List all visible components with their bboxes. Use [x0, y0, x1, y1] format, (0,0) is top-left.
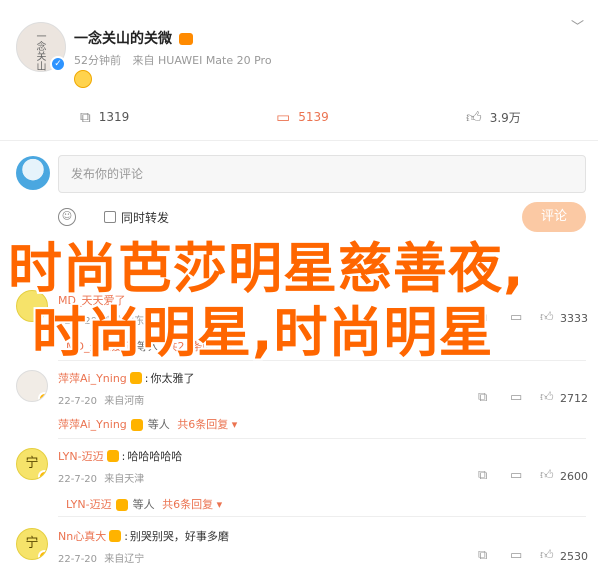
- reply-suffix: 等人: [132, 498, 155, 511]
- smile-emoji-icon: [74, 70, 92, 88]
- comment-meta: 22-7-20 来自天津: [58, 470, 144, 485]
- reply-suffix: 等人: [147, 418, 170, 431]
- reply-count: 共6条回复: [177, 418, 229, 431]
- commenter-avatar[interactable]: [16, 370, 48, 402]
- caret-down-icon: ▾: [216, 498, 223, 511]
- comment-item: 萍萍Ai_Yning : 你太雅了 22-7-20 来自河南 萍萍Ai_Ynin…: [0, 364, 598, 436]
- comment-time: 22-7-20: [58, 474, 98, 485]
- commenter-avatar[interactable]: 宁: [16, 448, 48, 480]
- thumb-up-icon[interactable]: 👍︎: [540, 310, 554, 325]
- reply-summary[interactable]: 萍萍Ai_Yning 等人 共6条回复 ▾: [58, 416, 237, 432]
- share-icon[interactable]: ⧉: [478, 468, 487, 483]
- repost-count: 1319: [98, 110, 130, 124]
- avatar-glyph: 宁: [25, 456, 39, 471]
- avatar-glyph: 宁: [25, 536, 39, 551]
- comment-line: LYN-迈迈 : 哈哈哈哈哈: [58, 448, 183, 464]
- comment-text: 别哭别哭，好事多磨: [129, 530, 229, 543]
- level-badge-icon: [106, 450, 119, 462]
- submit-comment-button[interactable]: 评论: [522, 202, 586, 232]
- reply-icon[interactable]: ▭: [510, 390, 522, 405]
- current-user-avatar: [16, 156, 50, 190]
- repost-button[interactable]: ⧉ 1319: [80, 108, 129, 126]
- divider: [0, 140, 598, 141]
- comment-meta: 22-7-20 来自河南: [58, 392, 144, 407]
- vip-badge-icon: [38, 470, 47, 479]
- comment-text: 你太雅了: [150, 372, 195, 385]
- thumb-up-icon: 👍︎: [466, 108, 482, 126]
- reply-icon[interactable]: ▭: [510, 548, 522, 563]
- comment-button[interactable]: ▭ 5139: [276, 108, 329, 126]
- comment-line: 萍萍Ai_Yning : 你太雅了: [58, 370, 195, 386]
- also-repost-checkbox[interactable]: [104, 211, 116, 223]
- comment-like-count: 3333: [560, 312, 588, 325]
- thumb-up-icon[interactable]: 👍︎: [540, 548, 554, 563]
- comment-location: 来自天津: [104, 474, 145, 485]
- level-badge-icon: [129, 372, 142, 384]
- like-count: 3.9万: [489, 111, 521, 125]
- comment-like-count: 2530: [560, 550, 588, 563]
- vip-badge-icon: [38, 550, 47, 559]
- level-badge-icon: [116, 499, 129, 511]
- comment-time: 22-7-20: [58, 396, 98, 407]
- reply-icon[interactable]: ▭: [510, 468, 522, 483]
- avatar-text: 一念关山: [34, 31, 45, 71]
- comment-time: 22-7-20: [58, 554, 98, 565]
- divider: [58, 516, 586, 517]
- verified-badge-icon: ✓: [50, 56, 66, 72]
- share-icon[interactable]: ⧉: [478, 548, 487, 563]
- comment-count: 5139: [298, 110, 329, 124]
- reply-icon[interactable]: ▭: [510, 310, 522, 325]
- reply-name: 萍萍Ai_Yning: [58, 418, 127, 431]
- commenter-name[interactable]: LYN-迈迈: [58, 448, 104, 464]
- reply-count: 共6条回复: [162, 498, 214, 511]
- author-name[interactable]: 一念关山的关微: [74, 28, 193, 48]
- caret-down-icon: ▾: [231, 418, 238, 431]
- share-icon[interactable]: ⧉: [478, 390, 487, 405]
- comment-like-count: 2712: [560, 392, 588, 405]
- comment-location: 来自辽宁: [104, 554, 145, 565]
- comment-line: Nn心真大 : 别哭别哭，好事多磨: [58, 528, 229, 544]
- comment-text: 哈哈哈哈哈: [127, 450, 183, 463]
- level-badge-icon: [109, 530, 122, 542]
- like-button[interactable]: 👍︎ 3.9万: [466, 108, 521, 127]
- reply-summary[interactable]: LYN-迈迈 等人 共6条回复 ▾: [66, 496, 222, 512]
- thumb-up-icon[interactable]: 👍︎: [540, 468, 554, 483]
- chevron-down-icon[interactable]: ﹀: [571, 16, 584, 35]
- commenter-name[interactable]: 萍萍Ai_Yning: [58, 370, 127, 386]
- post-source-prefix: 来自: [132, 54, 155, 67]
- post-meta: 52分钟前 来自 HUAWEI Mate 20 Pro: [74, 52, 272, 68]
- comment-location: 来自河南: [104, 396, 145, 407]
- author-name-text: 一念关山的关微: [74, 31, 172, 47]
- comment-item: 宁 LYN-迈迈 : 哈哈哈哈哈 22-7-20 来自天津 LYN-迈迈 等人 …: [0, 442, 598, 514]
- comment-like-count: 2600: [560, 470, 588, 483]
- comment-item: 宁 Nn心真大 : 别哭别哭，好事多磨 22-7-20 来自辽宁 ⧉ ▭ 👍︎ …: [0, 520, 598, 567]
- post-source: HUAWEI Mate 20 Pro: [158, 54, 272, 67]
- commenter-avatar[interactable]: 宁: [16, 528, 48, 560]
- commenter-name[interactable]: Nn心真大: [58, 528, 106, 544]
- vip-badge-icon: [38, 392, 47, 401]
- comment-icon: ▭: [276, 108, 291, 126]
- reply-name: LYN-迈迈: [66, 498, 112, 511]
- post-time: 52分钟前: [74, 54, 121, 67]
- overlay-headline-line2: 时尚明星,时尚明星: [32, 301, 494, 364]
- comment-input[interactable]: 发布你的评论: [58, 155, 586, 193]
- member-badge-icon: [178, 33, 193, 45]
- thumb-up-icon[interactable]: 👍︎: [540, 390, 554, 405]
- comment-meta: 22-7-20 来自辽宁: [58, 550, 144, 565]
- divider: [58, 438, 586, 439]
- level-badge-icon: [131, 419, 144, 431]
- repost-icon: ⧉: [80, 108, 91, 126]
